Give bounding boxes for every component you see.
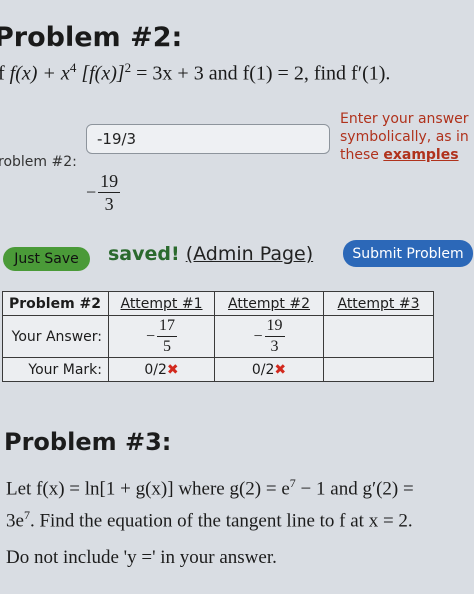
problem-3-line-1-a: Let f(x) = ln[1 + g(x)] where g(2) = e — [6, 478, 290, 500]
hint-line-1: Enter your answer — [340, 111, 469, 127]
attempt-2-denominator: 3 — [270, 338, 279, 355]
your-mark-label: Your Mark: — [2, 357, 109, 382]
problem-3-line-2-b: . Find the equation of the tangent line … — [29, 510, 413, 532]
attempt-1-numerator: 17 — [157, 318, 178, 337]
statement-eq: f(x) + x — [9, 62, 70, 85]
incorrect-icon: ✖ — [166, 361, 179, 378]
attempt-2-mark-value: 0/2 — [251, 361, 275, 378]
attempt-2-answer: −19 3 — [214, 315, 324, 358]
problem-2-statement: f f(x) + x4 [f(x)]2 = 3x + 3 and f(1) = … — [0, 60, 390, 86]
problem-3-line-2: 3e7. Find the equation of the tangent li… — [6, 502, 414, 534]
problem-3-statement: Let f(x) = ln[1 + g(x)] where g(2) = e7 … — [6, 470, 414, 535]
statement-prefix: f — [0, 62, 5, 85]
preview-numerator: 19 — [98, 171, 121, 193]
hint-line-3: these examples — [340, 146, 469, 164]
statement-eq-2: [f(x)] — [76, 62, 125, 85]
table-header-attempt-3[interactable]: Attempt #3 — [323, 291, 434, 316]
attempt-1-mark-value: 0/2 — [144, 361, 167, 378]
problem-3-line-1: Let f(x) = ln[1 + g(x)] where g(2) = e7 … — [6, 470, 414, 502]
answer-hint: Enter your answer symbolically, as in th… — [340, 110, 469, 164]
attempt-2-numerator: 19 — [264, 318, 285, 337]
attempt-2-sign: − — [253, 327, 263, 345]
answer-input[interactable] — [86, 124, 330, 154]
hint-line-2: symbolically, as in — [340, 129, 469, 145]
examples-link[interactable]: examples — [383, 147, 458, 163]
problem-3-heading: Problem #3: — [4, 428, 172, 456]
your-answer-label: Your Answer: — [2, 315, 109, 358]
problem-3-note: Do not include 'y =' in your answer. — [6, 547, 277, 568]
table-header-row: Problem #2 Attempt #1 Attempt #2 Attempt… — [2, 291, 434, 316]
attempt-3-answer — [323, 315, 434, 358]
problem-3-line-2-a: 3e — [6, 510, 24, 532]
table-row-answers: Your Answer: −17 5 −19 3 — [2, 315, 434, 358]
preview-denominator: 3 — [104, 194, 114, 214]
attempt-1-mark: 0/2✖ — [108, 357, 215, 382]
attempt-1-sign: − — [145, 327, 156, 345]
table-row-marks: Your Mark: 0/2✖ 0/2✖ — [2, 357, 434, 382]
statement-eq-3: = 3x + 3 and f(1) = 2, find f′(1). — [131, 62, 391, 85]
attempts-table: Problem #2 Attempt #1 Attempt #2 Attempt… — [2, 291, 434, 382]
table-header-attempt-2[interactable]: Attempt #2 — [214, 291, 324, 316]
attempt-2-fraction: 19 3 — [264, 318, 285, 355]
preview-sign: − — [86, 182, 97, 202]
incorrect-icon: ✖ — [274, 361, 287, 378]
admin-page-link[interactable]: (Admin Page) — [186, 243, 313, 265]
saved-label: saved! — [108, 243, 180, 265]
save-status: saved! (Admin Page) — [108, 243, 313, 265]
just-save-button[interactable]: Just Save — [3, 247, 90, 271]
attempt-1-denominator: 5 — [163, 338, 172, 355]
attempt-1-answer: −17 5 — [108, 315, 215, 358]
table-header-problem: Problem #2 — [2, 291, 109, 316]
problem-2-heading: Problem #2: — [0, 22, 183, 53]
attempt-1-fraction: 17 5 — [157, 318, 178, 355]
answer-preview: −19 3 — [86, 171, 121, 214]
attempt-3-mark — [323, 357, 434, 382]
problem-3-line-1-b: − 1 and g′(2) = — [295, 478, 414, 500]
table-header-attempt-1[interactable]: Attempt #1 — [108, 291, 215, 316]
attempt-2-mark: 0/2✖ — [214, 357, 324, 382]
hint-line-3-prefix: these — [340, 147, 384, 163]
preview-fraction: 19 3 — [98, 171, 121, 214]
problem-2-row-label: roblem #2: — [0, 154, 77, 170]
submit-problem-button[interactable]: Submit Problem — [343, 240, 473, 267]
